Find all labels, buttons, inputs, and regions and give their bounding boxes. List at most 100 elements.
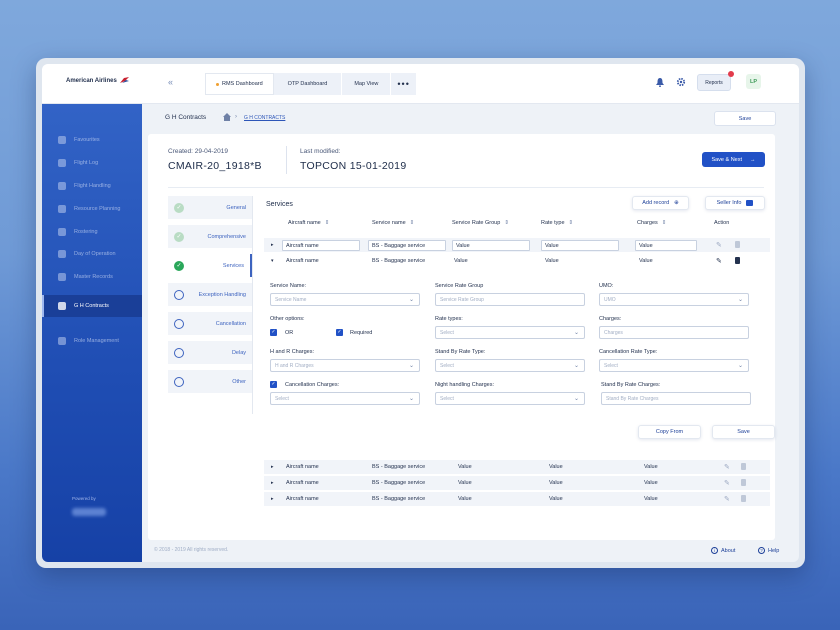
sidebar-item-day-of-operation[interactable]: Day of Operation: [42, 247, 142, 261]
column-header[interactable]: Service name ⇕: [372, 220, 414, 226]
expand-arrow-icon[interactable]: ▸: [271, 496, 274, 502]
column-header[interactable]: Aircraft name ⇕: [288, 220, 329, 226]
home-icon[interactable]: [223, 113, 231, 123]
step-label: Delay: [231, 349, 246, 356]
avatar[interactable]: LP: [746, 74, 761, 89]
charges-filter-input[interactable]: Value: [635, 240, 697, 251]
collapse-arrow-icon[interactable]: ▾: [271, 258, 274, 264]
sidebar-item-gh-contracts[interactable]: G H Contracts: [42, 295, 142, 317]
seller-info-button[interactable]: Seller Info: [705, 196, 765, 210]
rate-group-filter-input[interactable]: Value: [452, 240, 530, 251]
sidebar-item-role-management[interactable]: Role Management: [42, 334, 142, 348]
collapse-sidebar-button[interactable]: «: [168, 77, 173, 87]
column-header[interactable]: Rate type ⇕: [541, 220, 573, 226]
step-delay[interactable]: Delay: [168, 341, 252, 364]
pencil-icon[interactable]: ✎: [716, 241, 722, 249]
hr-charges-select[interactable]: H and R Charges ⌄: [270, 359, 420, 372]
service-name-label: Service Name:: [270, 283, 307, 289]
pencil-icon[interactable]: ✎: [724, 479, 730, 487]
sidebar-item-master-records[interactable]: Master Records: [42, 270, 142, 284]
id-card-icon: [746, 200, 754, 206]
expand-arrow-icon[interactable]: ▸: [271, 242, 274, 248]
step-general[interactable]: ✓ General: [168, 196, 252, 219]
about-link[interactable]: i About: [711, 547, 735, 554]
cell-service: BS - Baggage service: [372, 464, 426, 470]
pencil-icon[interactable]: ✎: [724, 463, 730, 471]
breadcrumb-link[interactable]: G H CONTRACTS: [244, 115, 285, 121]
sidebar-item-label: G H Contracts: [74, 303, 109, 309]
table-row[interactable]: ▾ Aircraft name BS - Baggage service Val…: [264, 254, 770, 268]
tab-rms-dashboard[interactable]: RMS Dashboard: [205, 73, 274, 95]
or-checkbox[interactable]: ✓: [270, 329, 277, 336]
placeholder: Select: [440, 363, 454, 369]
save-next-label: Save & Next: [711, 156, 743, 163]
trash-icon[interactable]: [735, 257, 740, 264]
tab-map-view[interactable]: Map View: [342, 73, 392, 95]
cell-rate-type: Value: [549, 480, 563, 486]
step-services[interactable]: ✓ Services: [168, 254, 252, 277]
expand-arrow-icon[interactable]: ▸: [271, 464, 274, 470]
chevron-down-icon: ⌄: [737, 363, 743, 369]
charges-input[interactable]: Charges: [599, 326, 749, 339]
step-comprehensive[interactable]: ✓ Comprehensive: [168, 225, 252, 248]
table-row[interactable]: ▸ Aircraft name BS - Baggage service Val…: [264, 460, 770, 474]
table-row[interactable]: ▸ Aircraft name BS - Baggage service Val…: [264, 476, 770, 490]
standby-charges-input[interactable]: Stand By Rate Charges: [601, 392, 751, 405]
step-other[interactable]: Other: [168, 370, 252, 393]
umo-select[interactable]: UMO ⌄: [599, 293, 749, 306]
sidebar-item-flight-handling[interactable]: Flight Handling: [42, 179, 142, 193]
cell-service: BS - Baggage service: [372, 496, 426, 502]
save-record-button[interactable]: Save: [712, 425, 775, 439]
cancel-type-select[interactable]: Select ⌄: [599, 359, 749, 372]
night-charges-select[interactable]: Select ⌄: [435, 392, 585, 405]
sidebar-item-resource-planning[interactable]: Resource Planning: [42, 202, 142, 216]
star-icon: [58, 136, 66, 144]
trash-icon[interactable]: [741, 479, 746, 486]
expand-arrow-icon[interactable]: ▸: [271, 480, 274, 486]
gear-icon[interactable]: [676, 77, 686, 89]
standby-type-select[interactable]: Select ⌄: [435, 359, 585, 372]
trash-icon[interactable]: [741, 495, 746, 502]
table-row[interactable]: ▸ Aircraft name BS - Baggage service Val…: [264, 492, 770, 506]
step-exception-handling[interactable]: Exception Handling: [168, 283, 252, 306]
bell-icon[interactable]: [656, 78, 664, 89]
step-label: Exception Handling: [198, 291, 246, 298]
reports-button[interactable]: Reports: [697, 74, 731, 91]
cancel-charges-select[interactable]: Select ⌄: [270, 392, 420, 405]
cancel-charges-checkbox[interactable]: ✓: [270, 381, 277, 388]
save-next-button[interactable]: Save & Next →: [702, 152, 765, 167]
help-link[interactable]: ? Help: [758, 547, 779, 554]
rate-types-select[interactable]: Select ⌄: [435, 326, 585, 339]
sidebar-item-rostering[interactable]: Rostering: [42, 225, 142, 239]
save-button[interactable]: Save: [714, 111, 776, 126]
rate-group-input[interactable]: Service Rate Group: [435, 293, 585, 306]
required-checkbox[interactable]: ✓: [336, 329, 343, 336]
logo: American Airlines: [66, 77, 129, 84]
tab-otp-dashboard[interactable]: OTP Dashboard: [273, 73, 343, 95]
service-filter-input[interactable]: BS - Baggage service: [368, 240, 446, 251]
add-record-button[interactable]: Add record ⊕: [632, 196, 689, 210]
info-icon: i: [711, 547, 718, 554]
pencil-icon[interactable]: ✎: [716, 257, 722, 265]
aircraft-filter-input[interactable]: Aircraft name: [282, 240, 360, 251]
pencil-icon[interactable]: ✎: [724, 495, 730, 503]
chevron-down-icon: ⌄: [573, 396, 579, 402]
people-icon: [58, 205, 66, 213]
column-header[interactable]: Service Rate Group ⇕: [452, 220, 509, 226]
rate-group-label: Service Rate Group: [435, 283, 484, 289]
copy-from-button[interactable]: Copy From: [638, 425, 701, 439]
trash-icon[interactable]: [741, 463, 746, 470]
rate-type-filter-input[interactable]: Value: [541, 240, 619, 251]
placeholder: Service Name: [275, 297, 307, 303]
user-card-icon: [58, 337, 66, 345]
check-circle-icon: ✓: [174, 260, 184, 271]
cell-rate-group: Value: [458, 480, 472, 486]
trash-icon[interactable]: [735, 241, 740, 248]
sidebar-item-flight-log[interactable]: Flight Log: [42, 156, 142, 170]
column-header[interactable]: Charges ⇕: [637, 220, 666, 226]
service-name-select[interactable]: Service Name ⌄: [270, 293, 420, 306]
sort-icon: ⇕: [568, 220, 574, 226]
sidebar-item-favourites[interactable]: Favourites: [42, 133, 142, 147]
tab-more-button[interactable]: •••: [391, 73, 417, 95]
step-cancellation[interactable]: Cancellation: [168, 312, 252, 335]
